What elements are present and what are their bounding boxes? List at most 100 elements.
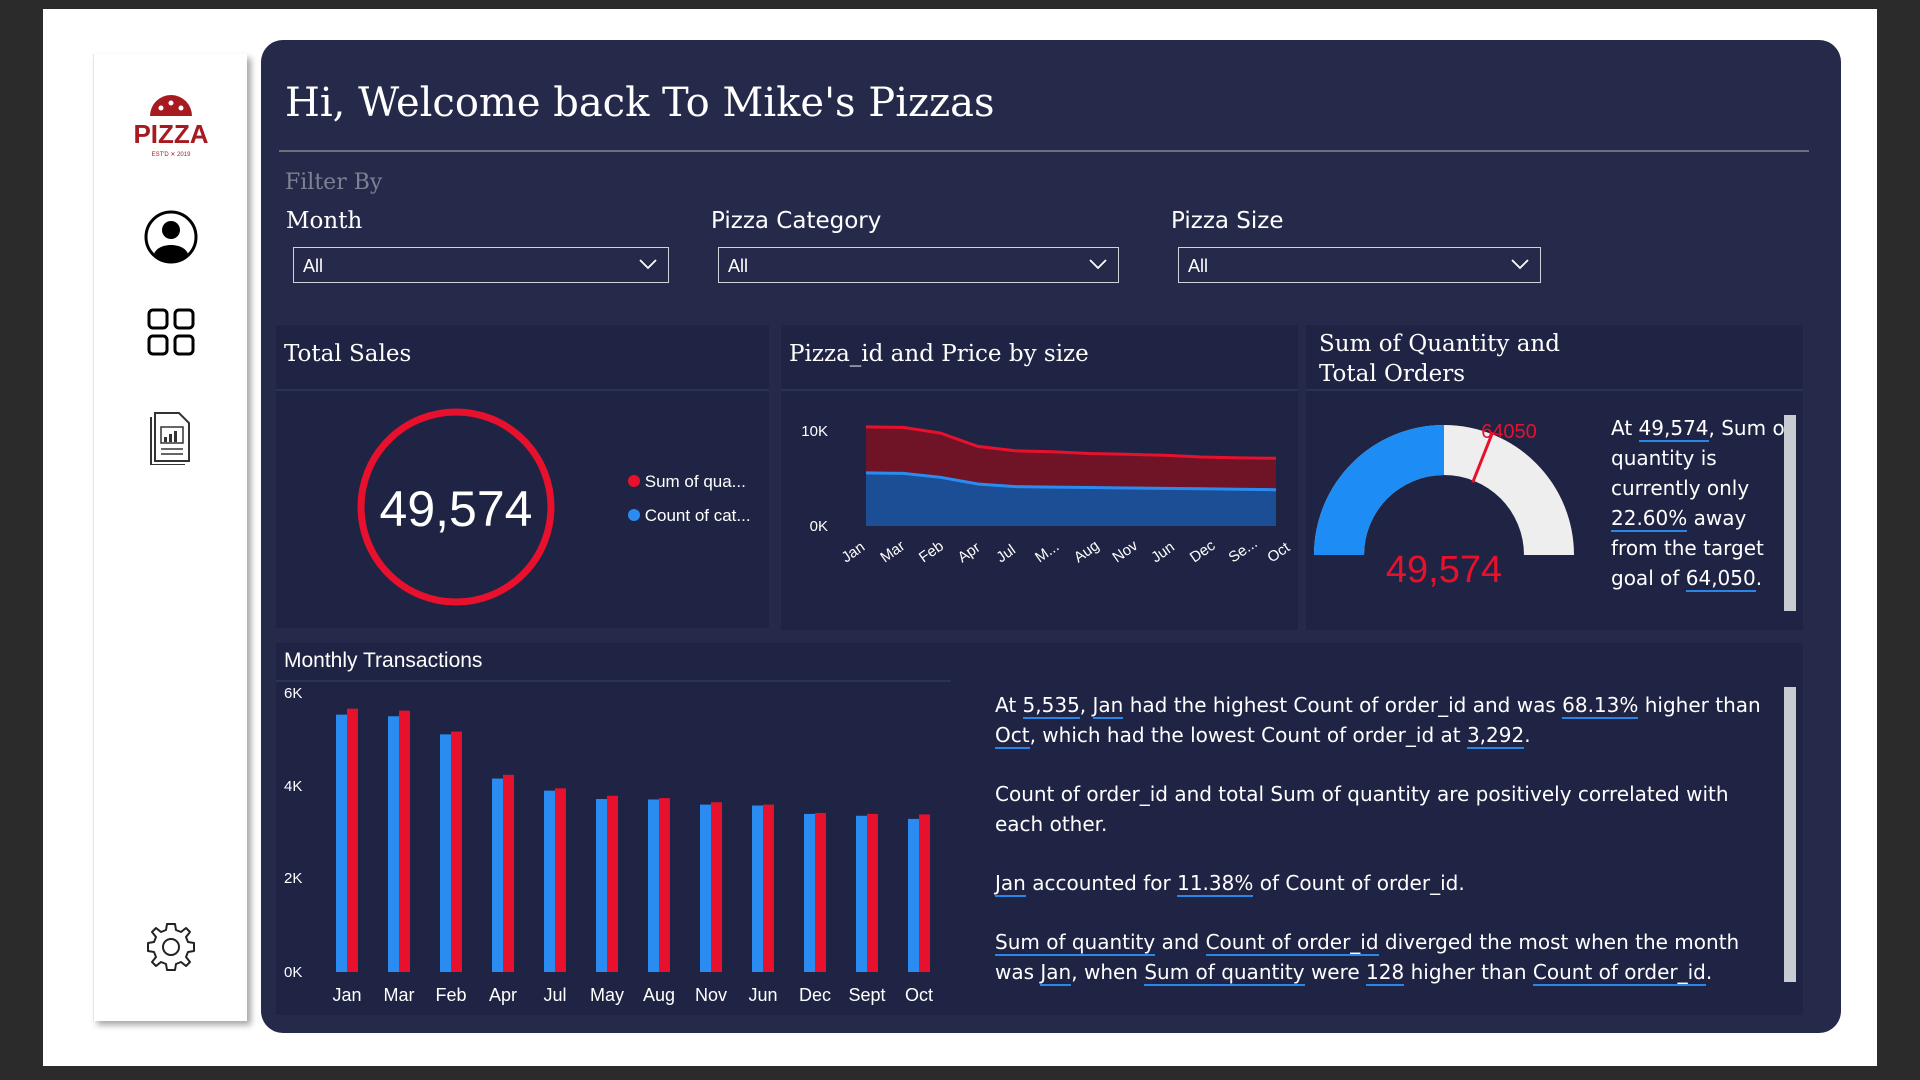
- area-chart: 10K 0K Jan Mar Feb Apr Jul M... Aug Nov Jun Dec Se…: [801, 423, 1294, 567]
- grid-icon: [147, 308, 195, 356]
- x-tick-label: Oct: [905, 985, 933, 1005]
- month-dropdown[interactable]: All: [293, 247, 669, 283]
- x-tick-label: Sept: [848, 985, 885, 1005]
- bar: [503, 774, 514, 972]
- monthly-narrative-scrollbar[interactable]: [1784, 687, 1796, 982]
- x-tick-label: M...: [1032, 538, 1062, 566]
- report-icon: [150, 412, 190, 465]
- narrative-text: .: [1755, 566, 1763, 590]
- narrative-link[interactable]: Oct: [995, 723, 1030, 749]
- sidebar-item-report[interactable]: [138, 404, 204, 470]
- gauge-fill: [1314, 425, 1444, 555]
- bar: [659, 798, 670, 972]
- month-dropdown-value: All: [303, 256, 324, 276]
- gauge-card: Sum of Quantity and Total Orders 64050 4…: [1306, 325, 1803, 630]
- bar: [388, 716, 399, 972]
- narrative-paragraph-3: Jan accounted for 11.38% of Count of ord…: [995, 868, 1775, 898]
- y-tick-label: 2K: [284, 870, 302, 887]
- narrative-link[interactable]: Count of order_id: [1532, 960, 1706, 986]
- x-tick-label: Jun: [1148, 538, 1178, 566]
- narrative-link[interactable]: Jan: [1092, 693, 1124, 719]
- card-divider: [276, 680, 951, 682]
- sidebar: PIZZA EST'D ✕ 2019: [93, 54, 247, 1021]
- size-dropdown[interactable]: All: [1178, 247, 1541, 283]
- bar: [492, 778, 503, 972]
- narrative-link[interactable]: 128: [1366, 960, 1405, 986]
- narrative-link[interactable]: 11.38%: [1177, 871, 1254, 897]
- total-sales-card: Total Sales 49,574 Sum of qua... Count o…: [276, 325, 769, 628]
- bar: [856, 815, 867, 972]
- narrative-link[interactable]: 49,574: [1638, 416, 1709, 442]
- category-dropdown-value: All: [728, 256, 749, 276]
- y-tick-label: 4K: [284, 778, 302, 795]
- bar: [919, 814, 930, 972]
- sidebar-item-settings[interactable]: [138, 914, 204, 980]
- month-filter-label: Month: [286, 208, 363, 234]
- bar: [399, 710, 410, 972]
- chevron-down-icon: [639, 259, 657, 270]
- narrative-link[interactable]: 64,050: [1685, 566, 1756, 592]
- narrative-text: At: [995, 693, 1017, 717]
- narrative-text: .: [1705, 960, 1713, 984]
- gauge-chart: 64050 49,574: [1314, 421, 1574, 591]
- bar: [867, 813, 878, 972]
- area-chart-title: Pizza_id and Price by size: [789, 341, 1089, 367]
- gauge-value-label: 49,574: [1386, 549, 1502, 591]
- x-tick-label: Jan: [839, 538, 869, 566]
- narrative-link[interactable]: Sum of quantity: [1144, 960, 1305, 986]
- x-tick-label: Dec: [1187, 537, 1219, 567]
- legend-label: Sum of qua...: [644, 472, 746, 491]
- size-dropdown-value: All: [1188, 256, 1209, 276]
- narrative-link[interactable]: 3,292: [1466, 723, 1525, 749]
- gauge-narrative-scrollbar[interactable]: [1784, 415, 1796, 611]
- narrative-link[interactable]: Sum of quantity: [995, 930, 1156, 956]
- y-tick-label: 0K: [810, 518, 828, 535]
- x-tick-label: Nov: [1109, 537, 1141, 567]
- narrative-link[interactable]: Count of order_id: [1205, 930, 1379, 956]
- bar-chart: 6K 4K 2K 0K Jan Mar Feb Apr Jul May Aug Nov Jun D…: [284, 685, 933, 1005]
- y-tick-label: 6K: [284, 685, 302, 702]
- narrative-paragraph-4: Sum of quantity and Count of order_id di…: [995, 927, 1775, 987]
- monthly-transactions-card: Monthly Transactions 6K 4K 2K 0K Jan Mar F…: [276, 643, 1803, 1015]
- narrative-text: were: [1310, 960, 1360, 984]
- x-tick-label: Apr: [489, 985, 517, 1005]
- bar: [451, 731, 462, 972]
- bar: [700, 804, 711, 972]
- bar: [763, 804, 774, 972]
- card-divider: [276, 389, 769, 391]
- narrative-link[interactable]: 5,535: [1022, 693, 1080, 719]
- bar: [544, 790, 555, 972]
- bar: [607, 795, 618, 972]
- sidebar-item-profile[interactable]: [138, 204, 204, 270]
- x-tick-label: Se...: [1226, 535, 1261, 567]
- bar: [815, 812, 826, 972]
- sidebar-item-dashboard[interactable]: [138, 299, 204, 365]
- narrative-text: of Count of order_id.: [1259, 871, 1465, 895]
- gear-icon: [147, 923, 195, 971]
- legend-item-count: Count of cat...: [628, 506, 751, 526]
- narrative-link[interactable]: Jan: [995, 871, 1026, 897]
- bar: [908, 818, 919, 972]
- x-tick-label: Aug: [1071, 537, 1103, 566]
- gauge-title-line2: Total Orders: [1319, 361, 1466, 387]
- x-tick-label: Feb: [916, 538, 947, 567]
- logo-subtext: EST'D ✕ 2019: [152, 152, 192, 158]
- narrative-link[interactable]: Jan: [1040, 960, 1072, 986]
- pizza-logo: PIZZA EST'D ✕ 2019: [126, 86, 216, 166]
- x-tick-label: Aug: [643, 985, 675, 1005]
- total-sales-value: 49,574: [379, 481, 533, 537]
- category-dropdown[interactable]: All: [718, 247, 1119, 283]
- gauge-target-label: 64050: [1481, 421, 1537, 443]
- bar: [648, 799, 659, 972]
- x-tick-label: Feb: [435, 985, 466, 1005]
- x-tick-label: Mar: [877, 538, 908, 567]
- narrative-text: accounted for: [1032, 871, 1171, 895]
- y-tick-label: 0K: [284, 964, 302, 981]
- gauge-title-line1: Sum of Quantity and: [1319, 331, 1560, 357]
- narrative-link[interactable]: 22.60%: [1611, 506, 1688, 532]
- narrative-link[interactable]: 68.13%: [1562, 693, 1639, 719]
- bar: [440, 734, 451, 972]
- x-tick-label: Oct: [1264, 538, 1294, 566]
- filter-heading: Filter By: [285, 170, 383, 195]
- monthly-transactions-title: Monthly Transactions: [284, 649, 483, 672]
